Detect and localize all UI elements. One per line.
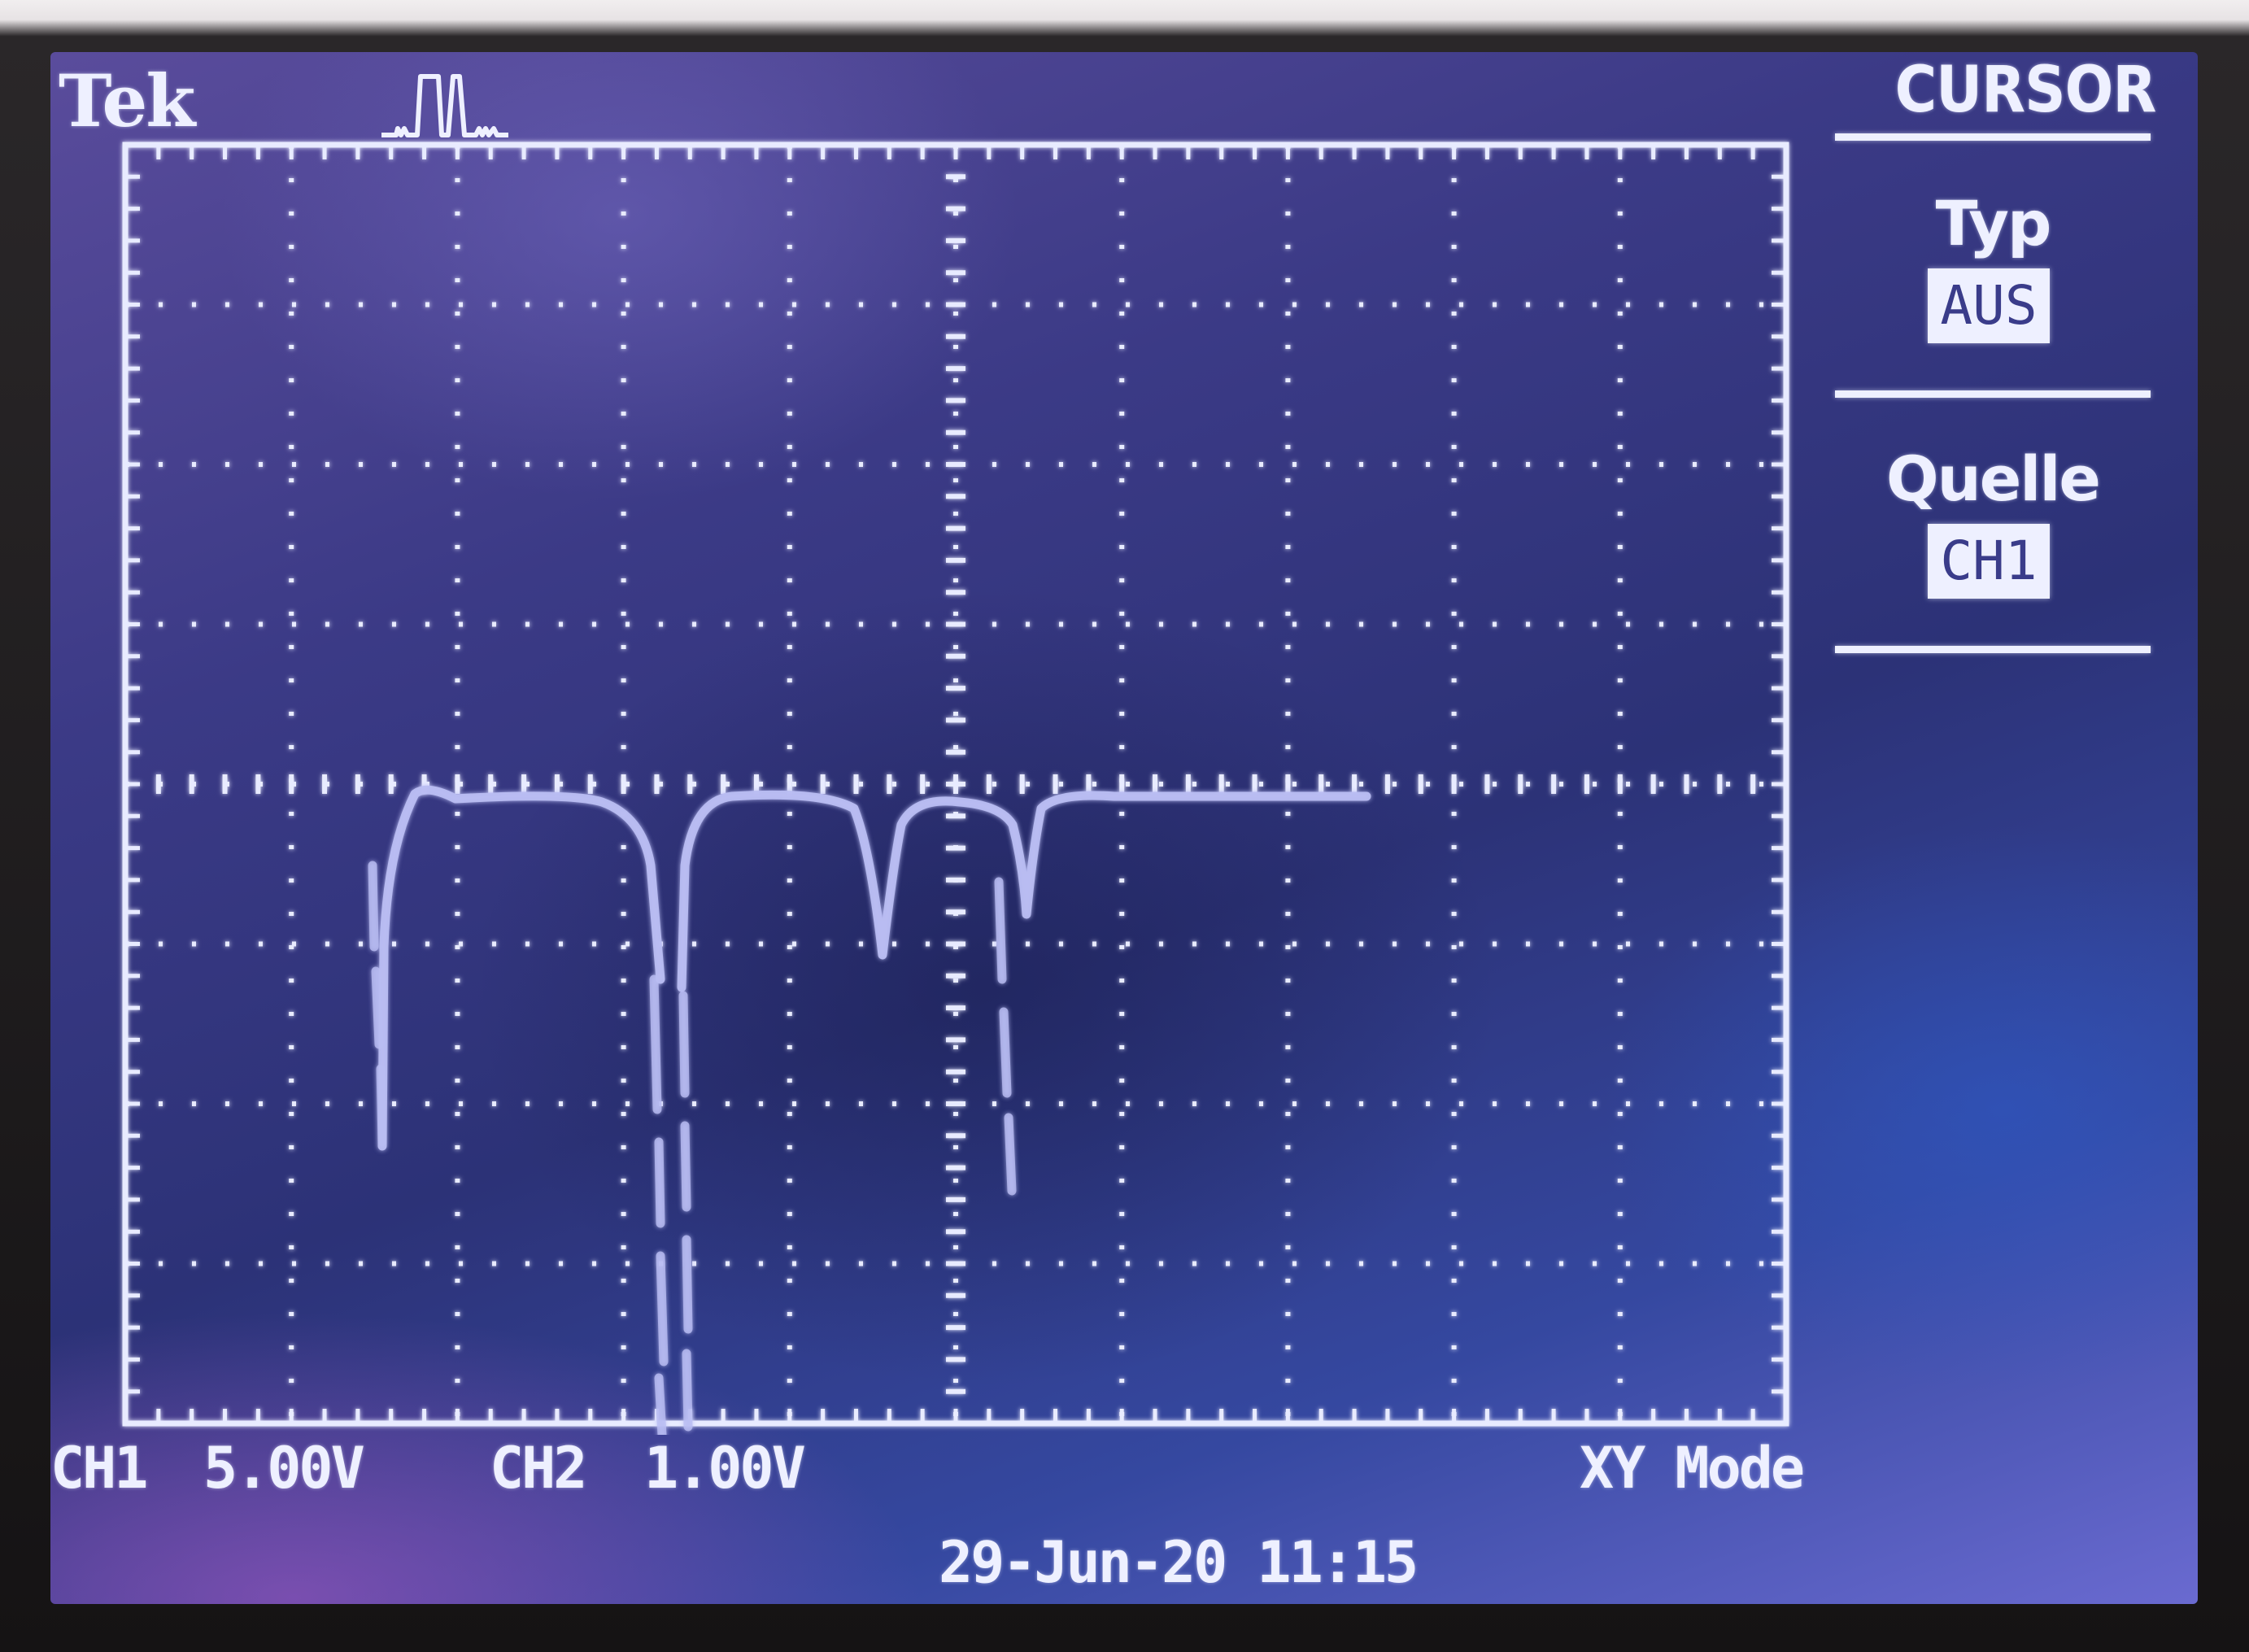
ch2-label: CH2 <box>490 1435 587 1502</box>
grid-lines <box>122 142 1789 1427</box>
menu-title[interactable]: CURSOR <box>1871 54 2180 127</box>
menu-item-source-value[interactable]: CH1 <box>1928 524 2050 599</box>
ch2-scale: 1.00V <box>644 1435 806 1502</box>
ch1-label: CH1 <box>50 1435 148 1502</box>
menu-item-type-value[interactable]: AUS <box>1928 268 2050 343</box>
menu-divider <box>1835 133 2151 141</box>
menu-item-source-label[interactable]: Quelle <box>1835 442 2151 515</box>
display-mode: XY Mode <box>1580 1435 1805 1502</box>
brand-logo: Tek <box>59 59 195 143</box>
trace-main <box>377 785 1371 1151</box>
trace-descender-left <box>368 861 387 1147</box>
menu-item-type-label[interactable]: Typ <box>1835 187 2151 259</box>
trace-descender-mid-right <box>678 991 693 1432</box>
date-time: 29-Jun-20 11:15 <box>939 1529 1419 1596</box>
menu-divider <box>1835 390 2151 398</box>
xy-trace <box>368 785 1371 1435</box>
oscilloscope-screen: Tek CURSOR Typ AUS Quelle CH1 CH1 5.00V … <box>50 52 2198 1604</box>
waveform-graticule <box>122 142 1789 1435</box>
trace-descender-mid-left <box>649 974 669 1435</box>
trace-descender-right <box>994 877 1017 1196</box>
menu-divider <box>1835 646 2151 653</box>
ch1-scale: 5.00V <box>203 1435 365 1502</box>
